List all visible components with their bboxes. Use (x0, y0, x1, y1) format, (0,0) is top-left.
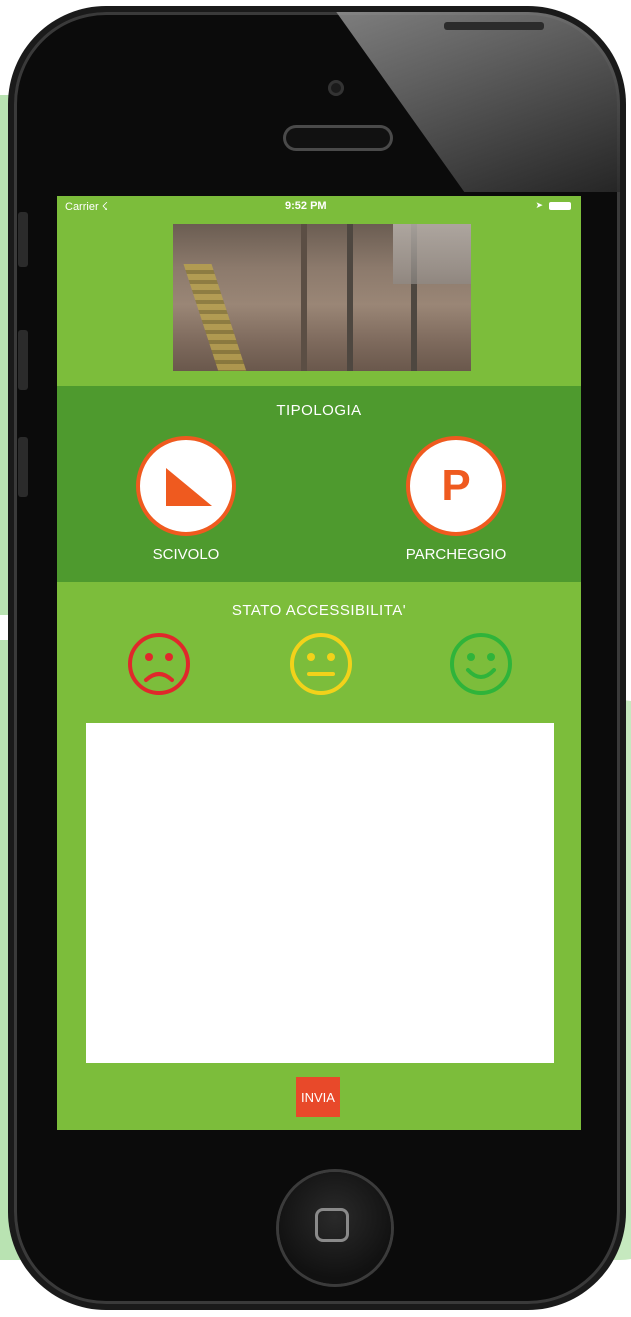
status-indicators: ➤ (535, 200, 571, 211)
battery-icon (549, 201, 571, 210)
photo-car (393, 224, 471, 284)
ramp-icon (166, 468, 212, 506)
power-button (444, 22, 544, 30)
earpiece-speaker (286, 128, 390, 148)
stage: Carrier ☇ 9:52 PM ➤ TIPOLOGIA SCIVOLO P … (0, 0, 631, 1317)
scivolo-label: SCIVOLO (152, 546, 220, 563)
location-arrow-icon: ➤ (535, 200, 543, 210)
parcheggio-label: PARCHEGGIO (405, 546, 507, 563)
app-screen: Carrier ☇ 9:52 PM ➤ TIPOLOGIA SCIVOLO P … (57, 196, 581, 1130)
volume-down-button (18, 437, 28, 497)
front-camera (328, 80, 344, 96)
photo-tactile-strip (183, 264, 251, 371)
mute-switch (18, 212, 28, 267)
wifi-icon: ☇ (101, 201, 108, 213)
happy-face-icon[interactable] (449, 632, 513, 696)
home-button[interactable] (279, 1172, 391, 1284)
neutral-face-icon[interactable] (289, 632, 353, 696)
carrier-label: Carrier ☇ (65, 201, 108, 213)
stato-title: STATO ACCESSIBILITA' (231, 602, 407, 619)
home-square-icon (315, 1208, 349, 1242)
tipologia-section: TIPOLOGIA SCIVOLO P PARCHEGGIO (57, 386, 581, 582)
sad-face-icon[interactable] (127, 632, 191, 696)
parking-icon: P (441, 461, 471, 510)
tipologia-title: TIPOLOGIA (276, 402, 362, 419)
parcheggio-button[interactable]: P (406, 436, 506, 536)
scivolo-button[interactable] (136, 436, 236, 536)
description-textarea[interactable] (86, 723, 554, 1063)
status-bar: Carrier ☇ 9:52 PM ➤ (57, 196, 581, 218)
volume-up-button (18, 330, 28, 390)
invia-button[interactable]: INVIA (296, 1077, 340, 1117)
status-time: 9:52 PM (285, 200, 327, 212)
location-photo[interactable] (173, 224, 471, 371)
phone-gloss (336, 12, 620, 192)
